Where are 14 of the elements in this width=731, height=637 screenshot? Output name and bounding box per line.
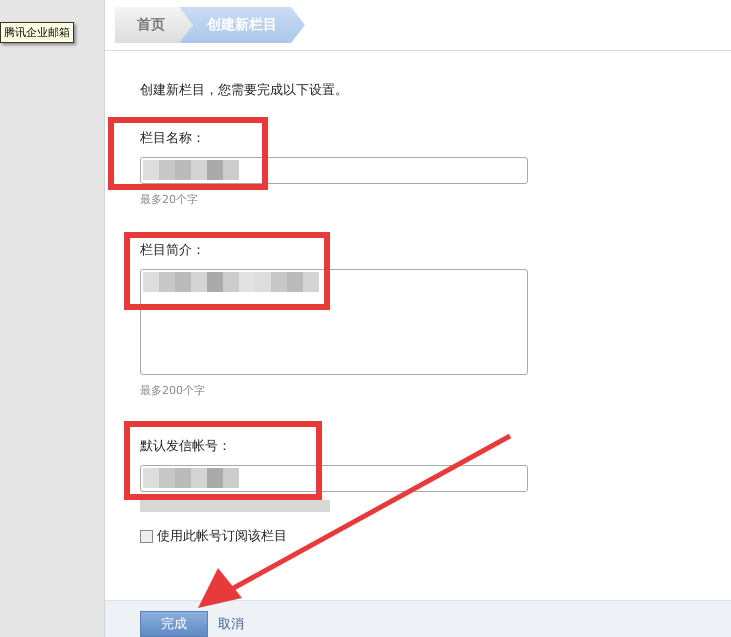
subscribe-checkbox[interactable]: 使用此帐号订阅该栏目: [140, 527, 287, 545]
textarea-field[interactable]: [140, 269, 528, 375]
done-button[interactable]: 完成: [140, 611, 208, 637]
input-field[interactable]: [140, 465, 528, 492]
field-label: 默认发信帐号：: [140, 438, 231, 455]
hint-text: 最多200个字: [140, 384, 205, 397]
breadcrumb-item[interactable]: 首页: [115, 7, 193, 43]
cancel-link[interactable]: 取消: [218, 615, 244, 637]
input-field[interactable]: [140, 157, 528, 184]
field-label: 栏目名称：: [140, 130, 205, 147]
tooltip: 腾讯企业邮箱: [0, 22, 74, 43]
field-label: 栏目简介：: [140, 242, 205, 259]
hint-text: 最多20个字: [140, 193, 198, 206]
intro-text: 创建新栏目，您需要完成以下设置。: [140, 82, 349, 99]
